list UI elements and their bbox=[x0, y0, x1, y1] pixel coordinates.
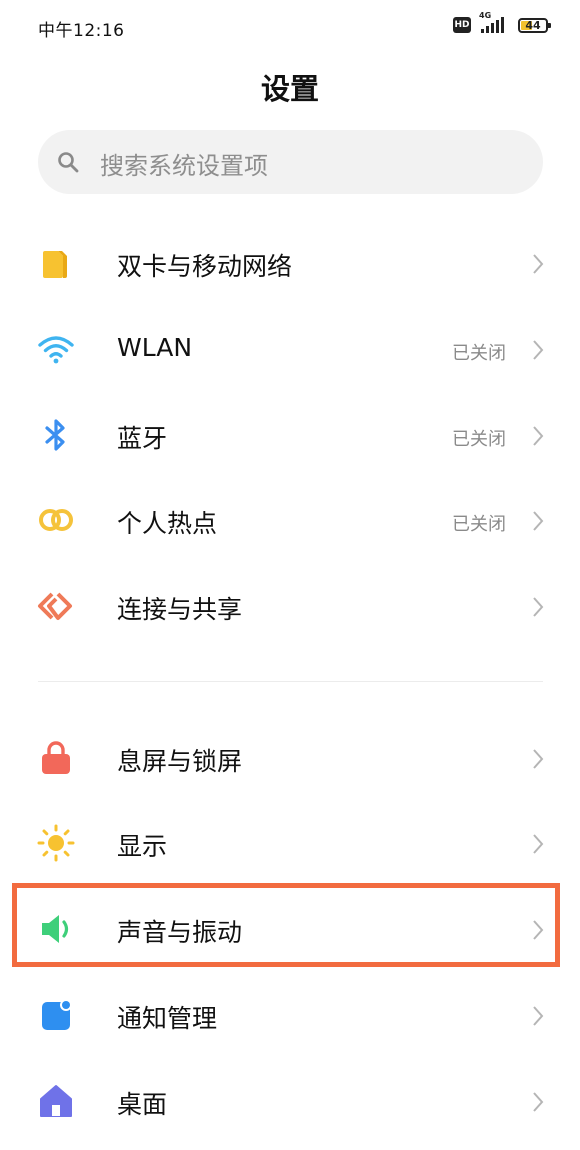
display-sun-icon bbox=[37, 824, 75, 862]
section-divider bbox=[38, 681, 543, 682]
search-placeholder: 搜索系统设置项 bbox=[100, 152, 268, 180]
settings-item-display[interactable]: 显示 bbox=[0, 803, 580, 883]
status-icons: HD 4G 44 bbox=[453, 11, 551, 33]
settings-item-connection-share[interactable]: 连接与共享 bbox=[0, 566, 580, 646]
settings-item-label: 桌面 bbox=[117, 1090, 168, 1119]
chevron-right-icon bbox=[533, 597, 544, 617]
settings-item-bluetooth[interactable]: 蓝牙 已关闭 bbox=[0, 395, 580, 475]
chevron-right-icon bbox=[533, 749, 544, 769]
page-title: 设置 bbox=[260, 72, 319, 106]
cell-signal-icon: 4G bbox=[479, 11, 504, 33]
settings-item-lock-screen[interactable]: 息屏与锁屏 bbox=[0, 718, 580, 798]
settings-item-wlan[interactable]: WLAN 已关闭 bbox=[0, 309, 580, 389]
network-type: 4G bbox=[479, 11, 492, 20]
notification-icon bbox=[42, 999, 72, 1030]
settings-item-notifications[interactable]: 通知管理 bbox=[0, 975, 580, 1055]
settings-item-status: 已关闭 bbox=[452, 343, 506, 364]
hotspot-icon bbox=[39, 509, 73, 531]
settings-item-hotspot[interactable]: 个人热点 已关闭 bbox=[0, 480, 580, 560]
settings-item-status: 已关闭 bbox=[452, 429, 506, 450]
settings-item-status: 已关闭 bbox=[452, 514, 506, 535]
status-time: 中午12:16 bbox=[38, 21, 125, 41]
settings-item-label: 双卡与移动网络 bbox=[117, 252, 293, 281]
settings-item-label: 个人热点 bbox=[117, 509, 218, 538]
connection-share-icon bbox=[38, 592, 72, 620]
settings-item-label: 蓝牙 bbox=[117, 424, 168, 453]
chevron-right-icon bbox=[533, 1092, 544, 1112]
chevron-right-icon bbox=[533, 1006, 544, 1026]
wifi-icon bbox=[38, 336, 74, 364]
chevron-right-icon bbox=[533, 254, 544, 274]
settings-item-label: 通知管理 bbox=[117, 1004, 218, 1033]
chevron-right-icon bbox=[533, 834, 544, 854]
bluetooth-icon bbox=[45, 419, 65, 451]
settings-item-dual-sim[interactable]: 双卡与移动网络 bbox=[0, 223, 580, 303]
status-bar: 中午12:16 HD 4G 44 bbox=[0, 0, 580, 56]
sim-card-icon bbox=[43, 251, 67, 278]
battery-level: 44 bbox=[525, 18, 541, 32]
settings-item-home-screen[interactable]: 桌面 bbox=[0, 1061, 580, 1141]
chevron-right-icon bbox=[533, 511, 544, 531]
settings-item-label: 连接与共享 bbox=[117, 595, 243, 624]
search-icon bbox=[58, 152, 79, 173]
settings-item-label: 显示 bbox=[117, 832, 168, 861]
hd-icon: HD bbox=[453, 17, 471, 33]
chevron-right-icon bbox=[533, 340, 544, 360]
chevron-right-icon bbox=[533, 426, 544, 446]
settings-item-label: 息屏与锁屏 bbox=[117, 747, 243, 776]
highlight-annotation bbox=[12, 883, 560, 967]
home-icon bbox=[40, 1085, 72, 1117]
lock-icon bbox=[42, 741, 70, 774]
battery-icon: 44 bbox=[518, 17, 551, 33]
settings-item-label: WLAN bbox=[117, 333, 193, 362]
